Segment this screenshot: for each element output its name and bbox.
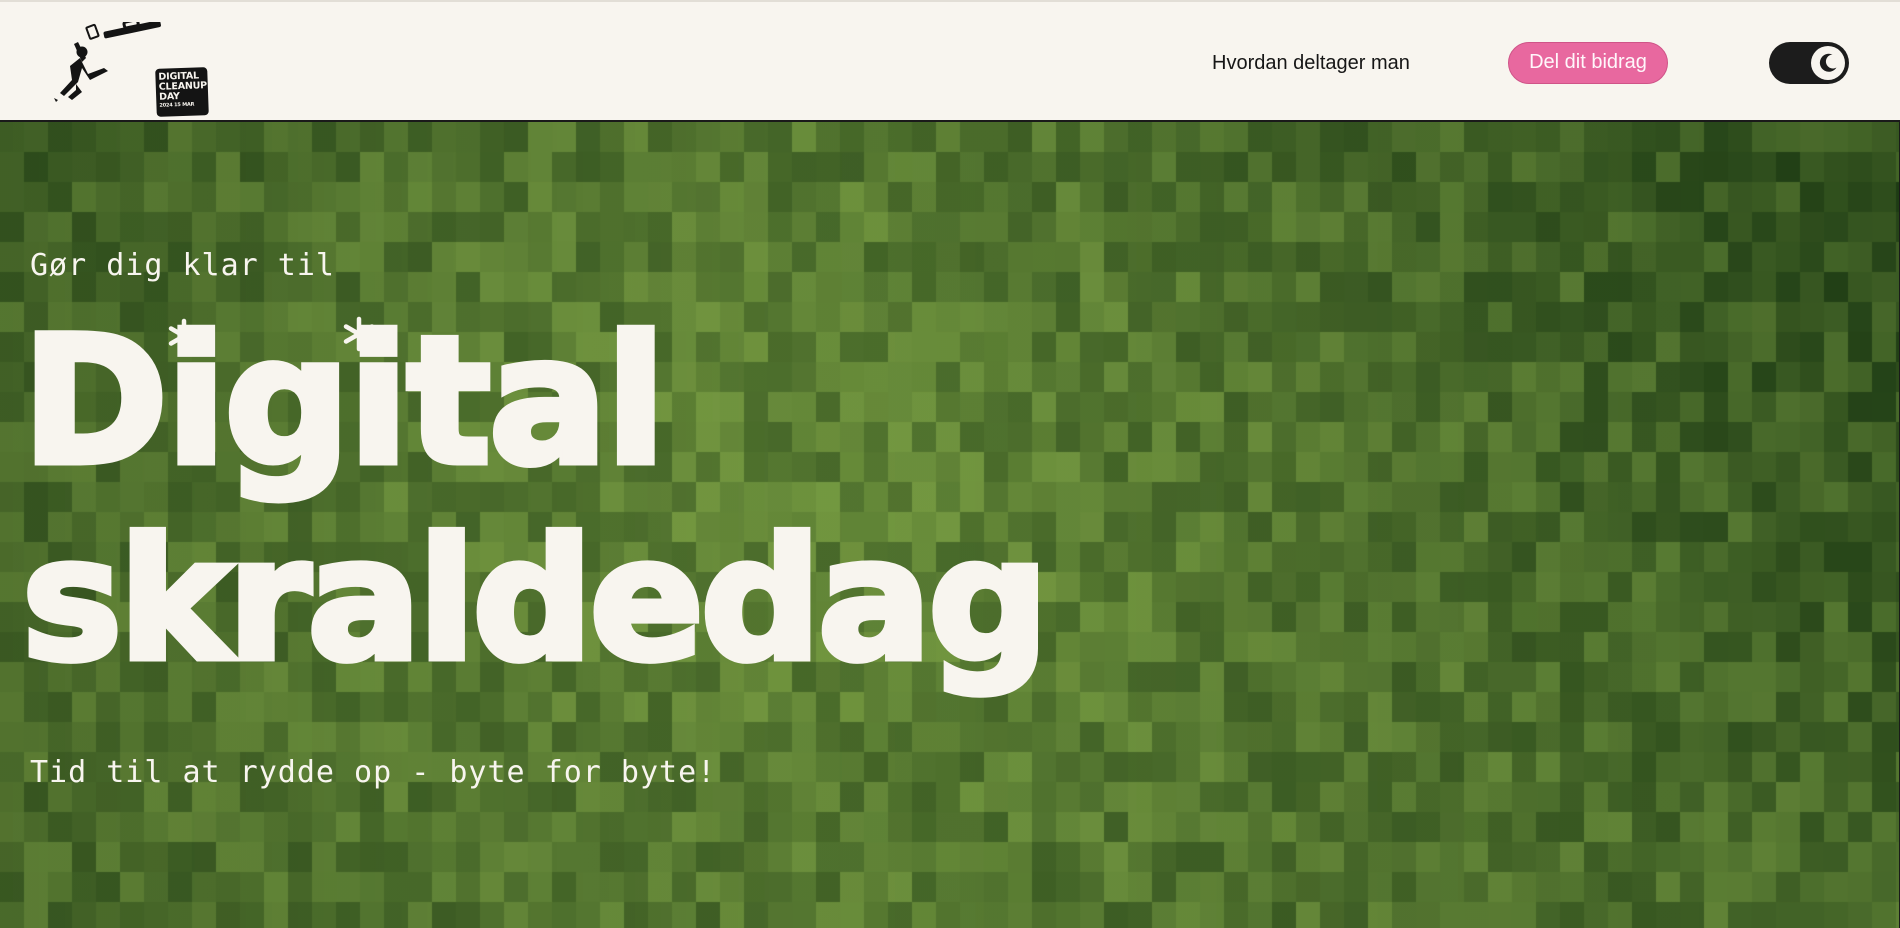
toggle-knob	[1811, 46, 1845, 80]
hero-title: Digital skraldedag	[19, 300, 1053, 702]
sparkle-icon	[343, 316, 375, 352]
hero-title-line-2: skraldedag	[19, 499, 1053, 702]
logo-wordmark: DIGITAL CLEANUP DAY 2024 15 MAR	[155, 67, 209, 117]
hero-tagline: Tid til at rydde op - byte for byte!	[30, 755, 717, 790]
logo-digital-cleanup-day[interactable]: DIGITAL CLEANUP DAY 2024 15 MAR	[52, 18, 209, 117]
moon-icon	[1819, 53, 1837, 72]
sparkle-icon	[168, 318, 200, 354]
dark-mode-toggle[interactable]	[1769, 42, 1849, 84]
page: DIGITAL CLEANUP DAY 2024 15 MAR Hvordan …	[0, 0, 1900, 928]
hero-section: Gør dig klar til Digital skraldedag Tid …	[0, 122, 1900, 928]
hero-pretitle: Gør dig klar til	[30, 248, 335, 283]
logo-date: 2024 15 MAR	[159, 101, 195, 109]
trash-bin-figure-icon	[54, 18, 161, 102]
site-header: DIGITAL CLEANUP DAY 2024 15 MAR Hvordan …	[0, 0, 1900, 122]
nav-link-how-to-participate[interactable]: Hvordan deltager man	[1212, 52, 1410, 75]
share-contribution-button[interactable]: Del dit bidrag	[1508, 42, 1668, 84]
